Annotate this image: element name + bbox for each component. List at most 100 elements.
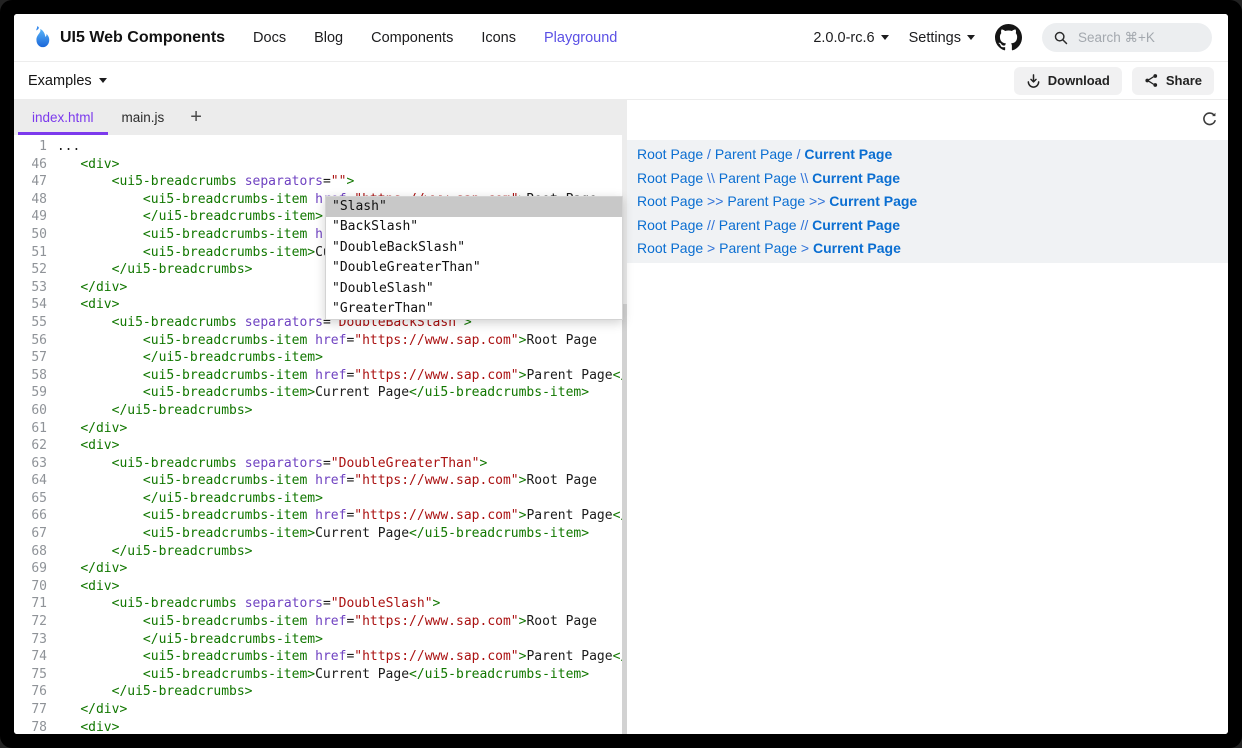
nav-item-playground[interactable]: Playground [544,30,617,46]
refresh-icon[interactable] [1201,111,1218,128]
settings-menu[interactable]: Settings [909,30,975,46]
code-text: </div> [49,420,127,438]
breadcrumb-link[interactable]: Root Page [637,217,703,233]
line-number: 52 [14,261,47,279]
autocomplete-option[interactable]: "BackSlash" [326,217,622,237]
site-title: UI5 Web Components [60,29,225,47]
search-input[interactable] [1076,29,1190,46]
code-line[interactable]: 58 <ui5-breadcrumbs-item href="https://w… [14,367,622,385]
code-line[interactable]: 56 <ui5-breadcrumbs-item href="https://w… [14,332,622,350]
breadcrumb-separator: // [797,217,813,233]
code-text: </div> [49,279,127,297]
breadcrumb-current: Current Page [812,217,900,233]
line-number: 60 [14,402,47,420]
line-number: 76 [14,683,47,701]
line-number: 59 [14,384,47,402]
autocomplete-option[interactable]: "Slash" [326,197,622,217]
add-tab-button[interactable]: + [178,100,214,135]
line-number: 68 [14,543,47,561]
main-nav: Docs Blog Components Icons Playground [253,30,617,46]
ui5-logo-icon [30,25,52,51]
code-line[interactable]: 69 </div> [14,560,622,578]
breadcrumb-link[interactable]: Root Page [637,193,703,209]
code-line[interactable]: 63 <ui5-breadcrumbs separators="DoubleGr… [14,455,622,473]
autocomplete-option[interactable]: "DoubleGreaterThan" [326,258,622,278]
code-line[interactable]: 68 </ui5-breadcrumbs> [14,543,622,561]
breadcrumb-separator: > [703,240,719,256]
download-button[interactable]: Download [1014,67,1122,95]
line-number: 56 [14,332,47,350]
line-number: 49 [14,208,47,226]
breadcrumb-link[interactable]: Parent Page [727,193,805,209]
code-text: <ui5-breadcrumbs-item href="https://www.… [49,613,597,631]
code-line[interactable]: 73 </ui5-breadcrumbs-item> [14,631,622,649]
code-line[interactable]: 57 </ui5-breadcrumbs-item> [14,349,622,367]
breadcrumb-link[interactable]: Parent Page [715,146,793,162]
line-number: 53 [14,279,47,297]
code-line[interactable]: 65 </ui5-breadcrumbs-item> [14,490,622,508]
search-icon [1054,31,1068,45]
code-line[interactable]: 77 </div> [14,701,622,719]
line-number: 58 [14,367,47,385]
nav-item-docs[interactable]: Docs [253,30,286,46]
search-box[interactable] [1042,23,1212,52]
version-menu[interactable]: 2.0.0-rc.6 [813,30,888,46]
code-line[interactable]: 1 ... [14,138,622,156]
line-number: 47 [14,173,47,191]
code-text: ... [49,138,80,156]
code-line[interactable]: 46 <div> [14,156,622,174]
nav-item-blog[interactable]: Blog [314,30,343,46]
line-number: 46 [14,156,47,174]
code-line[interactable]: 62 <div> [14,437,622,455]
line-number: 69 [14,560,47,578]
breadcrumb-link[interactable]: Parent Page [719,217,797,233]
breadcrumb-link[interactable]: Parent Page [719,170,797,186]
code-line[interactable]: 61 </div> [14,420,622,438]
browser-page: UI5 Web Components Docs Blog Components Ico… [14,14,1228,734]
autocomplete-option[interactable]: "GreaterThan" [326,299,622,319]
code-line[interactable]: 74 <ui5-breadcrumbs-item href="https://w… [14,648,622,666]
code-text: <div> [49,437,119,455]
code-line[interactable]: 47 <ui5-breadcrumbs separators=""> [14,173,622,191]
code-line[interactable]: 78 <div> [14,719,622,734]
code-line[interactable]: 71 <ui5-breadcrumbs separators="DoubleSl… [14,595,622,613]
breadcrumb-row: Root Page > Parent Page > Current Page [637,237,1218,261]
code-text: <ui5-breadcrumbs separators=""> [49,173,354,191]
code-line[interactable]: 66 <ui5-breadcrumbs-item href="https://w… [14,507,622,525]
code-line[interactable]: 72 <ui5-breadcrumbs-item href="https://w… [14,613,622,631]
code-line[interactable]: 67 <ui5-breadcrumbs-item>Current Page</u… [14,525,622,543]
editor-tab-index.html[interactable]: index.html [18,100,108,135]
code-text: </div> [49,701,127,719]
share-icon [1144,73,1159,88]
code-line[interactable]: 59 <ui5-breadcrumbs-item>Current Page</u… [14,384,622,402]
code-line[interactable]: 60 </ui5-breadcrumbs> [14,402,622,420]
nav-item-icons[interactable]: Icons [481,30,516,46]
breadcrumb-link[interactable]: Root Page [637,146,703,162]
download-icon [1026,73,1041,88]
breadcrumb-link[interactable]: Parent Page [719,240,797,256]
line-number: 55 [14,314,47,332]
code-text: </ui5-breadcrumbs-item> [49,349,323,367]
code-line[interactable]: 76 </ui5-breadcrumbs> [14,683,622,701]
line-number: 57 [14,349,47,367]
github-icon[interactable] [995,24,1022,51]
share-label: Share [1166,73,1202,88]
code-text: </ui5-breadcrumbs-item> [49,490,323,508]
code-line[interactable]: 75 <ui5-breadcrumbs-item>Current Page</u… [14,666,622,684]
share-button[interactable]: Share [1132,67,1214,95]
preview-toolbar [627,100,1228,140]
examples-menu[interactable]: Examples [28,73,107,89]
breadcrumb-current: Current Page [812,170,900,186]
line-number: 70 [14,578,47,596]
code-line[interactable]: 70 <div> [14,578,622,596]
breadcrumbs-sample: Root Page / Parent Page / Current PageRo… [627,140,1228,263]
autocomplete-option[interactable]: "DoubleBackSlash" [326,238,622,258]
breadcrumb-link[interactable]: Root Page [637,240,703,256]
breadcrumb-link[interactable]: Root Page [637,170,703,186]
editor-tab-main.js[interactable]: main.js [108,100,179,135]
autocomplete-option[interactable]: "DoubleSlash" [326,279,622,299]
nav-item-components[interactable]: Components [371,30,453,46]
code-line[interactable]: 64 <ui5-breadcrumbs-item href="https://w… [14,472,622,490]
breadcrumb-row: Root Page / Parent Page / Current Page [637,143,1218,167]
breadcrumb-row: Root Page // Parent Page // Current Page [637,214,1218,238]
